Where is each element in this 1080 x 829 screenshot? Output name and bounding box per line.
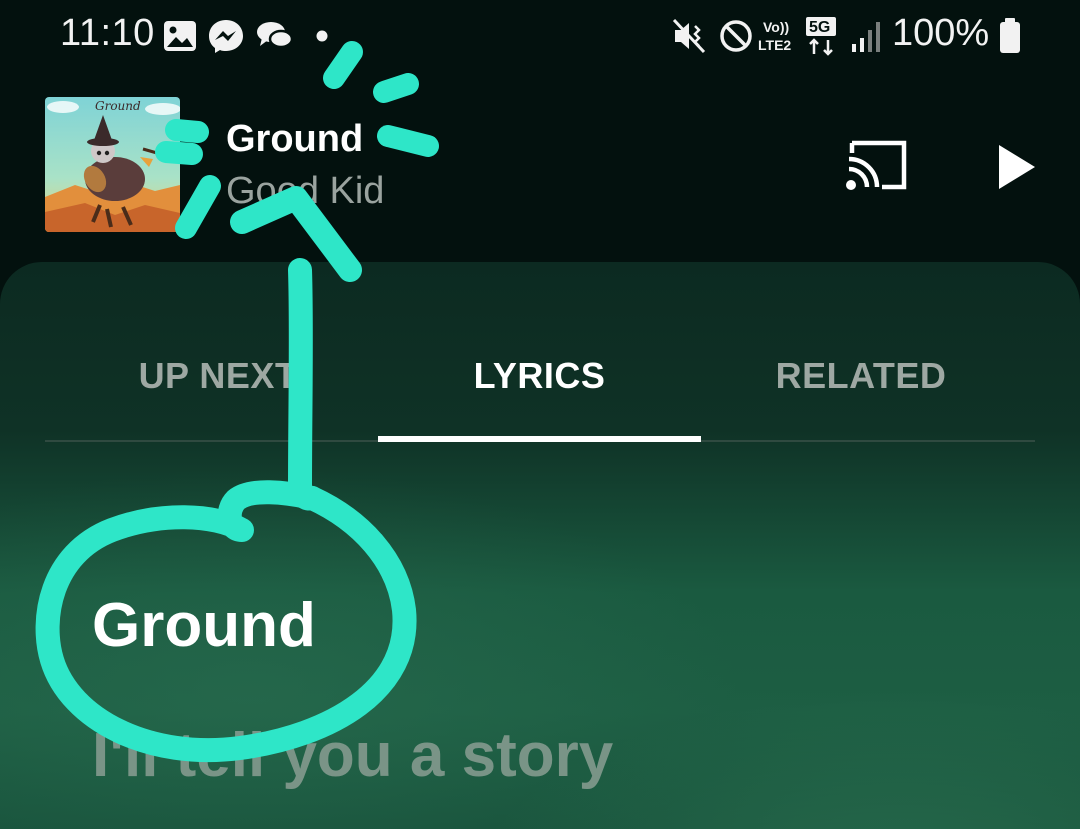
tab-up-next[interactable]: UP NEXT	[58, 354, 378, 398]
svg-text:5G: 5G	[809, 19, 830, 36]
tab-lyrics[interactable]: LYRICS	[378, 354, 701, 398]
now-playing-title[interactable]: Ground	[226, 118, 363, 161]
now-playing-artist[interactable]: Good Kid	[226, 170, 384, 213]
status-time: 11:10	[60, 12, 155, 54]
messenger-icon	[209, 20, 243, 53]
notification-dot-icon	[316, 30, 328, 42]
5g-data-icon: 5G	[806, 17, 836, 56]
svg-text:Vo)): Vo))	[763, 19, 789, 35]
youtube-music-player-screen: 11:10 Vo)) LTE2 5G 100% Ground Ground Go…	[0, 0, 1080, 829]
lyrics-song-title: Ground	[92, 591, 316, 660]
tab-selected-indicator	[378, 436, 701, 442]
battery-percent: 100%	[892, 12, 990, 54]
battery-icon	[1000, 18, 1020, 53]
cast-icon[interactable]	[838, 135, 914, 199]
annotation-burst-stroke	[175, 175, 221, 239]
tab-related[interactable]: RELATED	[701, 354, 1021, 398]
chat-bubbles-icon	[257, 22, 294, 49]
annotation-burst-stroke	[377, 125, 439, 157]
status-bar: 11:10 Vo)) LTE2 5G 100%	[0, 0, 1080, 76]
lyrics-line: I'll tell you a story	[92, 721, 614, 790]
signal-bars-icon	[852, 22, 880, 52]
annotation-burst-stroke	[373, 73, 419, 103]
gallery-icon	[164, 21, 196, 51]
play-icon[interactable]	[985, 135, 1049, 199]
mute-vibrate-icon	[672, 18, 706, 54]
do-not-disturb-icon	[720, 20, 752, 52]
album-art-text: Ground	[95, 99, 141, 113]
volte-icon: Vo)) LTE2	[758, 19, 791, 53]
album-art[interactable]: Ground	[45, 97, 180, 232]
svg-text:LTE2: LTE2	[758, 37, 791, 53]
lyrics-sheet: UP NEXT LYRICS RELATED Ground I'll tell …	[0, 262, 1080, 829]
